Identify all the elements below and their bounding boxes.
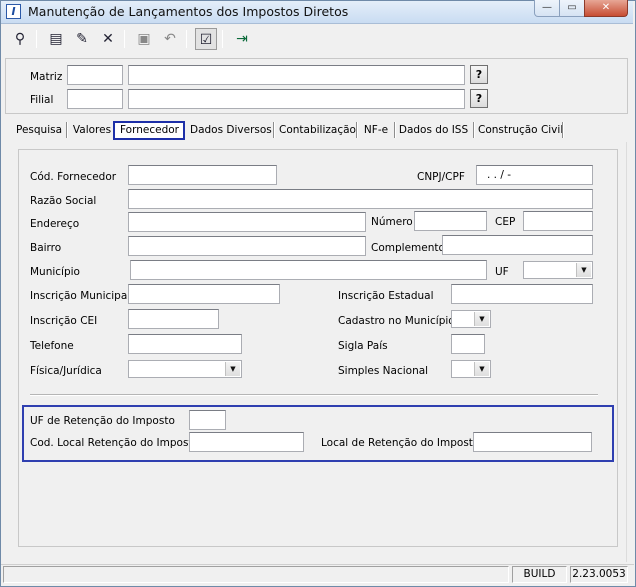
chevron-down-icon[interactable]: ▼: [474, 312, 489, 326]
fisica-juridica-label: Física/Jurídica: [30, 365, 102, 377]
tab-dados-iss[interactable]: Dados do ISS: [398, 120, 469, 142]
tab-valores[interactable]: Valores: [71, 120, 113, 142]
cep-label: CEP: [495, 216, 516, 228]
complemento-input[interactable]: [442, 235, 593, 255]
telefone-input[interactable]: [128, 334, 242, 354]
new-document-icon[interactable]: ▤: [45, 28, 67, 50]
chevron-down-icon[interactable]: ▼: [225, 362, 240, 376]
fisica-juridica-select[interactable]: ▼: [128, 360, 242, 378]
toolbar-separator: [36, 30, 37, 48]
maximize-button[interactable]: ▭: [559, 0, 585, 17]
sigla-pais-label: Sigla País: [338, 340, 388, 352]
inscricao-estadual-label: Inscrição Estadual: [338, 290, 434, 302]
edit-icon[interactable]: ✎: [71, 28, 93, 50]
numero-input[interactable]: [414, 211, 487, 231]
sigla-pais-input[interactable]: [451, 334, 485, 354]
simples-nacional-select[interactable]: ▼: [451, 360, 491, 378]
razao-social-input[interactable]: [128, 189, 593, 209]
telefone-label: Telefone: [30, 340, 74, 352]
undo-icon[interactable]: ↶: [159, 28, 181, 50]
tab-separator: [562, 122, 564, 138]
local-retencao-input[interactable]: [473, 432, 592, 452]
inscricao-municipal-label: Inscrição Municipal: [30, 290, 131, 302]
tab-separator: [273, 122, 275, 138]
tab-dados-diversos[interactable]: Dados Diversos: [190, 120, 272, 142]
municipio-input[interactable]: [130, 260, 487, 280]
municipio-label: Município: [30, 266, 80, 278]
cnpj-cpf-input[interactable]: . . / -: [476, 165, 593, 185]
complemento-label: Complemento: [371, 242, 445, 254]
inscricao-estadual-input[interactable]: [451, 284, 593, 304]
matriz-code-input[interactable]: [67, 65, 123, 85]
matriz-lookup-button[interactable]: ?: [470, 65, 488, 84]
window-title: Manutenção de Lançamentos dos Impostos D…: [28, 4, 349, 19]
tab-separator: [394, 122, 396, 138]
uf-retencao-label: UF de Retenção do Imposto: [30, 415, 175, 427]
close-button[interactable]: ✕: [584, 0, 628, 17]
cod-local-retencao-input[interactable]: [189, 432, 304, 452]
tab-separator: [356, 122, 358, 138]
tab-separator: [66, 122, 68, 138]
vertical-scrollbar[interactable]: [626, 142, 634, 562]
inscricao-municipal-input[interactable]: [128, 284, 280, 304]
cod-fornecedor-label: Cód. Fornecedor: [30, 171, 117, 183]
cnpj-cpf-label: CNPJ/CPF: [417, 171, 465, 183]
build-label: BUILD: [512, 566, 567, 583]
exit-icon[interactable]: ⇥: [231, 28, 253, 50]
toolbar-separator: [222, 30, 223, 48]
tab-fornecedor[interactable]: Fornecedor: [116, 120, 183, 142]
section-divider: [30, 394, 598, 396]
cod-local-retencao-label: Cod. Local Retenção do Imposto: [30, 437, 199, 449]
delete-icon[interactable]: ✕: [97, 28, 119, 50]
tab-separator: [473, 122, 475, 138]
minimize-button[interactable]: —: [534, 0, 560, 17]
endereco-input[interactable]: [128, 212, 366, 232]
version-label: 2.23.0053: [570, 566, 628, 583]
tab-nfe[interactable]: NF-e: [361, 120, 391, 142]
numero-label: Número: [371, 216, 413, 228]
app-logo-icon: I: [6, 4, 21, 19]
local-retencao-label: Local de Retenção do Imposto: [321, 437, 480, 449]
cadastro-municipio-label: Cadastro no Município: [338, 315, 455, 327]
chevron-down-icon[interactable]: ▼: [474, 362, 489, 376]
save-icon[interactable]: ▣: [133, 28, 155, 50]
uf-label: UF: [495, 266, 509, 278]
filial-label: Filial: [30, 94, 54, 106]
uf-select[interactable]: ▼: [523, 261, 593, 279]
cadastro-municipio-select[interactable]: ▼: [451, 310, 491, 328]
bairro-label: Bairro: [30, 242, 62, 254]
endereco-label: Endereço: [30, 218, 80, 230]
inscricao-cei-label: Inscrição CEI: [30, 315, 98, 327]
tab-construcao-civil[interactable]: Construção Civil: [478, 120, 563, 142]
cep-input[interactable]: [523, 211, 593, 231]
cod-fornecedor-input[interactable]: [128, 165, 277, 185]
matriz-name-input[interactable]: [128, 65, 465, 85]
status-message: [3, 566, 509, 583]
razao-social-label: Razão Social: [30, 195, 97, 207]
filial-code-input[interactable]: [67, 89, 123, 109]
uf-retencao-input[interactable]: [189, 410, 226, 430]
matriz-label: Matriz: [30, 71, 63, 83]
chevron-down-icon[interactable]: ▼: [576, 263, 591, 277]
toolbar-separator: [186, 30, 187, 48]
toolbar-separator: [124, 30, 125, 48]
binoculars-icon[interactable]: ⚲: [9, 28, 31, 50]
filial-name-input[interactable]: [128, 89, 465, 109]
bairro-input[interactable]: [128, 236, 366, 256]
simples-nacional-label: Simples Nacional: [338, 365, 429, 377]
tab-pesquisa[interactable]: Pesquisa: [16, 120, 62, 142]
inscricao-cei-input[interactable]: [128, 309, 219, 329]
tab-contabilizacao[interactable]: Contabilização: [279, 120, 356, 142]
checklist-icon[interactable]: ☑: [195, 28, 217, 50]
filial-lookup-button[interactable]: ?: [470, 89, 488, 108]
